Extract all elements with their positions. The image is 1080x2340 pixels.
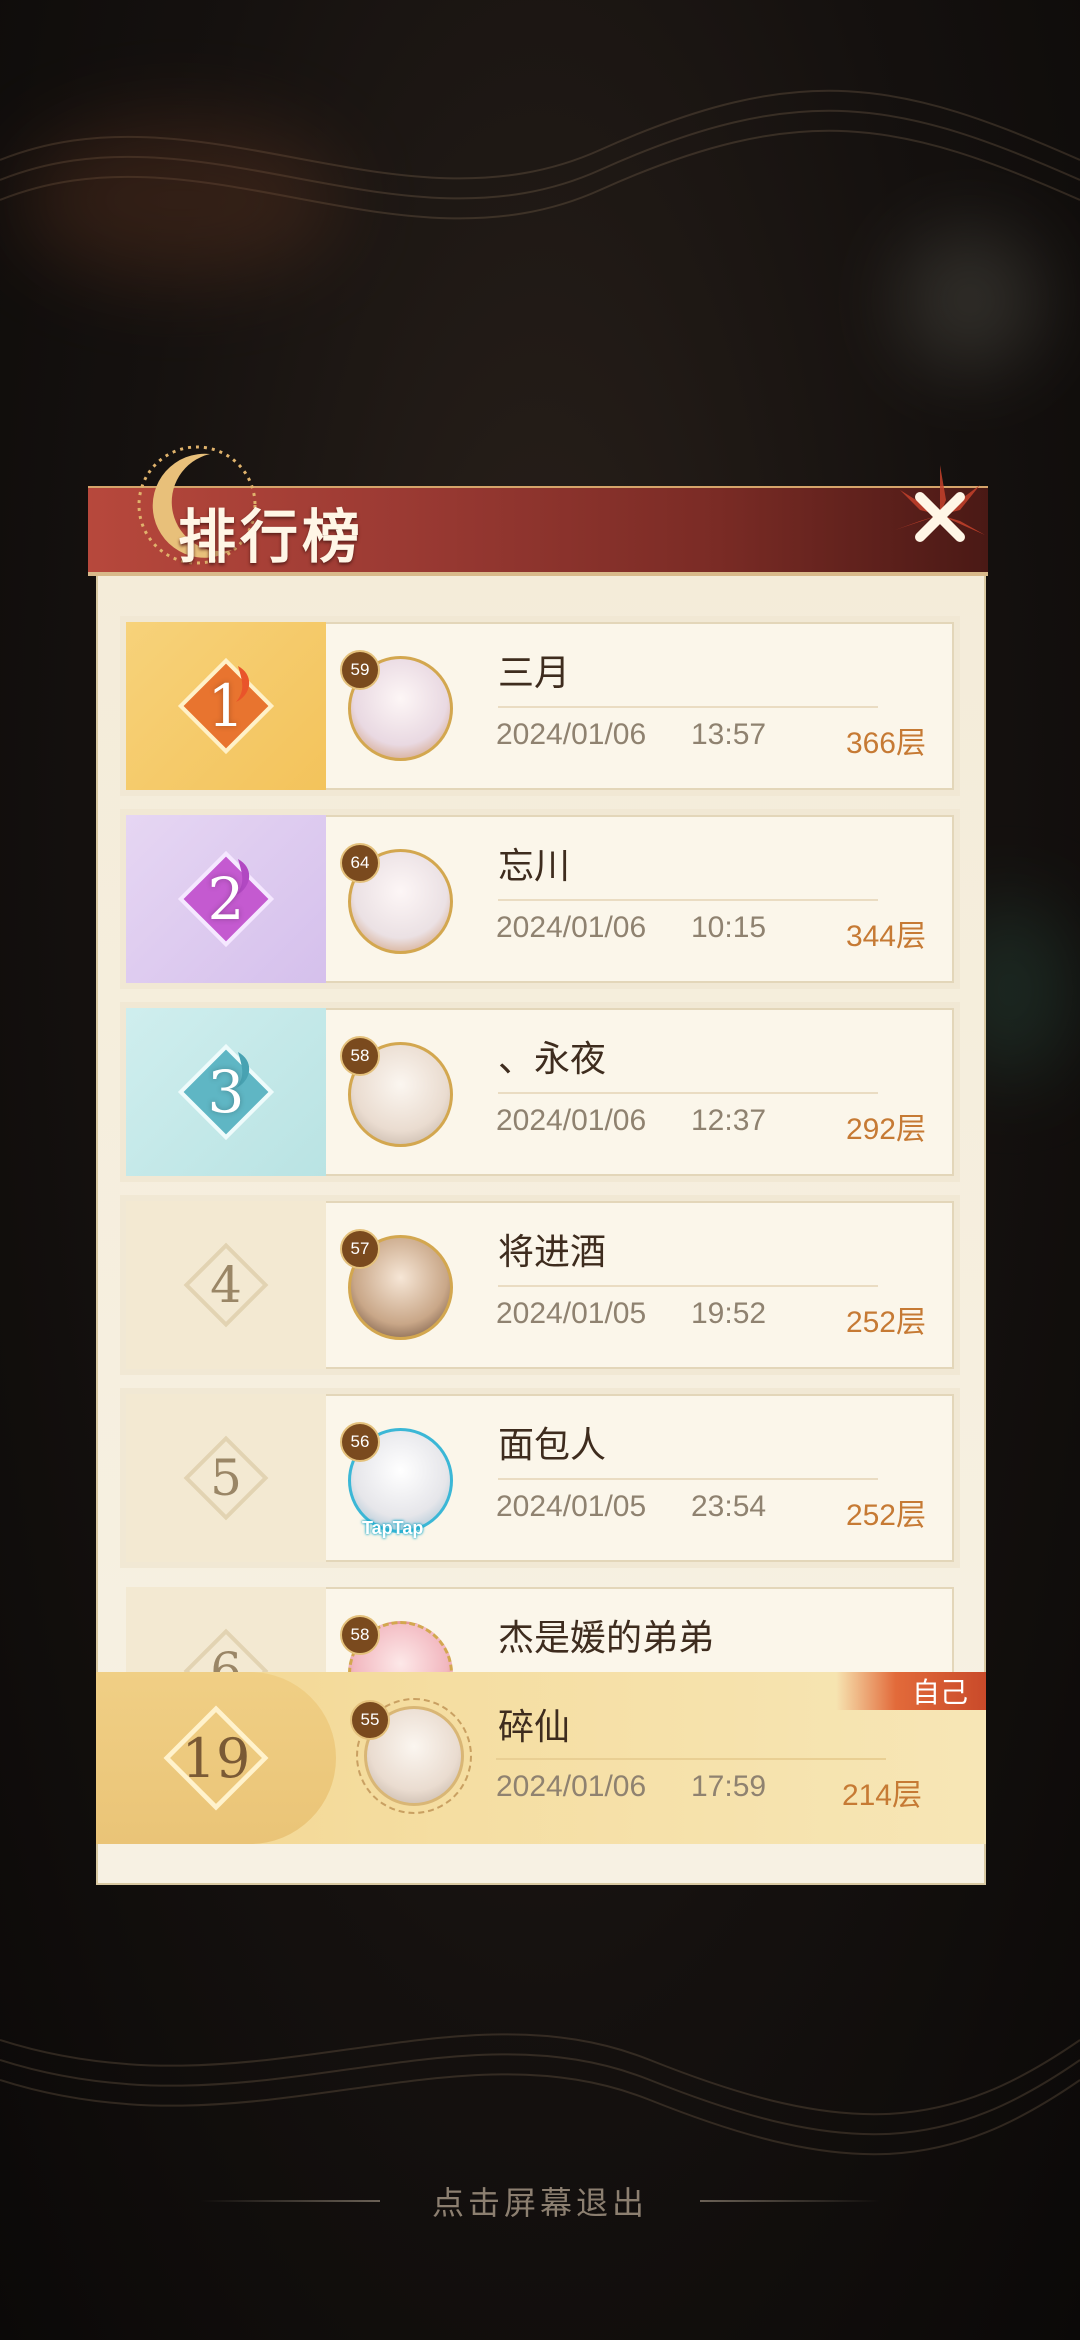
divider [498,1092,878,1094]
self-tag: 自己 [836,1672,986,1710]
record-date: 2024/01/06 [496,1104,647,1137]
player-name: 将进酒 [498,1232,607,1273]
level-badge: 58 [340,1036,380,1076]
floor-count: 344层 [845,920,926,953]
divider [498,706,878,708]
record-time: 19:52 [691,1297,767,1330]
rank-number: 2 [207,865,245,933]
level-badge: 64 [340,843,380,883]
divider [496,1758,886,1760]
record-time: 10:15 [691,911,767,944]
background-glow [900,230,1040,370]
rank-number: 6 [210,1642,242,1677]
background-wave [0,2033,1080,2156]
close-icon [895,465,985,542]
rank-box: 5 [126,1394,326,1562]
record-time: 13:57 [691,718,767,751]
divider [498,899,878,901]
player-avatar[interactable]: 59 [338,636,468,776]
taptap-badge: TapTap [362,1518,424,1538]
floor-count: 252层 [845,1306,926,1339]
player-avatar[interactable]: 58 [338,1601,468,1677]
player-name: 碎仙 [498,1707,571,1748]
rank-box: 6 [126,1587,326,1677]
rank-number: 4 [210,1256,242,1314]
player-name: 忘川 [498,846,571,887]
rank-row-3[interactable]: 3 58 、永夜 2024/01/06 12:37 292层 [126,1008,954,1176]
level-badge: 57 [340,1229,380,1269]
record-date: 2024/01/06 [496,1770,647,1803]
level-badge: 55 [350,1700,390,1740]
floor-count: 292层 [845,1113,926,1146]
self-rank-box: 19 [96,1672,336,1844]
background-glow [20,120,340,280]
record-date: 2024/01/06 [496,911,647,944]
level-badge: 59 [340,650,380,690]
rank-row-2[interactable]: 2 64 忘川 2024/01/06 10:15 344层 [126,815,954,983]
divider [498,1285,878,1287]
rank-row-1[interactable]: 1 59 三月 2024/01/06 13:57 366层 [126,622,954,790]
record-time: 12:37 [691,1104,767,1137]
floor-count: 252层 [845,1499,926,1532]
rank-row-4[interactable]: 4 57 将进酒 2024/01/05 19:52 252层 [126,1201,954,1369]
floor-count: 366层 [845,727,926,760]
record-time: 23:54 [691,1490,767,1523]
player-avatar[interactable]: 57 [338,1215,468,1355]
record-date: 2024/01/06 [496,718,647,751]
player-name: 、永夜 [498,1039,607,1080]
rank-number: 1 [207,672,245,740]
tap-to-exit-hint[interactable]: 点击屏幕退出 [0,2178,1080,2224]
rank-box: 3 [126,1008,326,1176]
rank-number: 3 [207,1058,245,1126]
leaderboard-title: 排行榜 [178,503,365,571]
player-avatar[interactable]: 58 [338,1022,468,1162]
record-date: 2024/01/05 [496,1490,647,1523]
self-rank-number: 19 [181,1726,251,1790]
level-badge: 58 [340,1615,380,1655]
player-avatar[interactable]: 55 [346,1686,486,1826]
player-avatar[interactable]: 64 [338,829,468,969]
record-date: 2024/01/05 [496,1297,647,1330]
player-name: 面包人 [498,1425,607,1466]
level-badge: 56 [340,1422,380,1462]
rank-row-5[interactable]: 5 56 TapTap 面包人 2024/01/05 23:54 252层 [126,1394,954,1562]
divider [498,1478,878,1480]
player-avatar[interactable]: 56 TapTap [338,1408,468,1548]
rank-box: 2 [126,815,326,983]
record-time: 17:59 [691,1770,767,1803]
player-name: 杰是媛的弟弟 [498,1618,715,1659]
rank-row-6[interactable]: 6 58 杰是媛的弟弟 [126,1587,954,1677]
player-name: 三月 [498,653,571,694]
self-rank-row[interactable]: 19 自己 55 碎仙 2024/01/06 17:59 214层 [96,1672,986,1844]
floor-count: 214层 [841,1779,922,1812]
close-button[interactable] [880,455,1000,575]
rank-number: 5 [210,1449,242,1507]
rank-box: 4 [126,1201,326,1369]
rank-box: 1 [126,622,326,790]
